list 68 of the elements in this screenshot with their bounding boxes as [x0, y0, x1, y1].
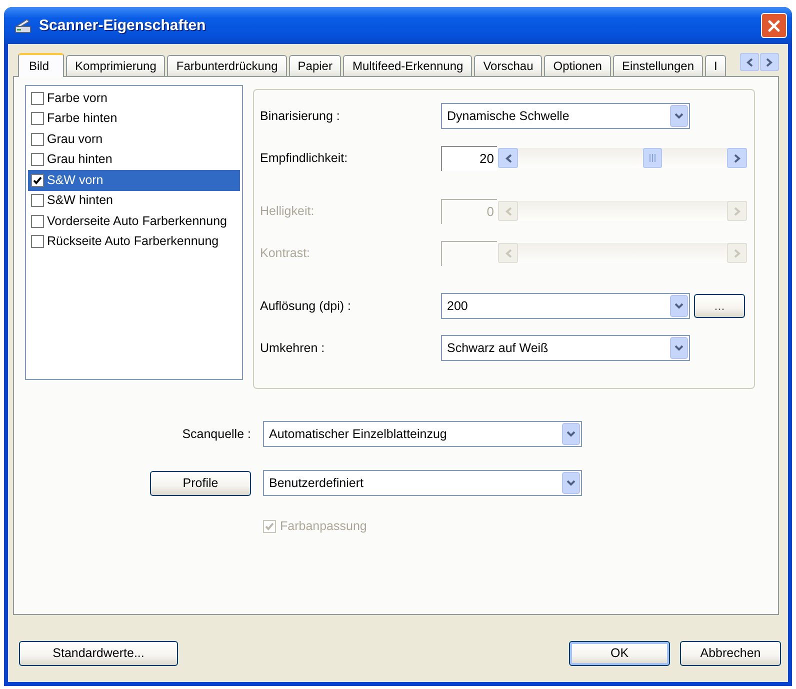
chevron-down-icon	[670, 295, 688, 317]
field-label: Helligkeit:	[260, 204, 316, 218]
value-field[interactable]: 20	[441, 146, 497, 170]
checkbox[interactable]	[31, 235, 44, 248]
list-item[interactable]: Rückseite Auto Farberkennung	[28, 232, 240, 252]
list-item[interactable]: Grau hinten	[28, 150, 240, 170]
field-label: Empfindlichkeit:	[260, 150, 349, 166]
list-item[interactable]: Farbe hinten	[28, 108, 240, 129]
grip-icon	[649, 154, 656, 162]
dropdown[interactable]: 200	[441, 293, 690, 319]
chevron-right-icon	[734, 248, 740, 258]
checkbox[interactable]	[31, 214, 44, 228]
tab[interactable]: Papier	[288, 55, 342, 76]
slider-thumb[interactable]	[643, 148, 662, 168]
tab[interactable]: Vorschau	[474, 55, 542, 76]
profile-button[interactable]: Profile	[150, 470, 251, 496]
defaults-button[interactable]: Standardwerte...	[19, 641, 178, 666]
tab-scroll-left-button[interactable]	[740, 53, 759, 71]
chevron-left-icon	[504, 154, 512, 162]
checkbox[interactable]	[31, 132, 44, 146]
tab[interactable]: Optionen	[544, 55, 611, 76]
chevron-down-icon	[670, 337, 688, 359]
dropdown[interactable]: Dynamische Schwelle	[441, 103, 690, 129]
close-button[interactable]	[761, 13, 787, 38]
checkbox[interactable]	[31, 112, 44, 126]
list-item[interactable]: Grau vorn	[28, 129, 240, 150]
cancel-button[interactable]: Abbrechen	[680, 641, 781, 666]
checkbox[interactable]	[31, 153, 44, 166]
field-label: Auflösung (dpi) :	[260, 298, 352, 314]
chevron-down-icon	[562, 472, 580, 494]
chevron-left-icon	[504, 248, 512, 258]
chevron-right-icon	[734, 206, 740, 216]
scroll-left-button[interactable]	[498, 148, 518, 168]
tab-scroll-right-button[interactable]	[760, 53, 779, 71]
chevron-down-icon	[562, 423, 580, 445]
slider-track[interactable]	[498, 148, 747, 168]
field-label: Binarisierung :	[260, 108, 341, 124]
tab[interactable]: Bild	[18, 53, 64, 77]
tab[interactable]: Farbunterdrückung	[167, 55, 287, 76]
dropdown[interactable]: Schwarz auf Weiß	[441, 335, 690, 361]
dropdown[interactable]: Benutzerdefiniert	[263, 470, 582, 496]
window-title: Scanner-Eigenschaften	[39, 16, 206, 34]
list-item[interactable]: Vorderseite Auto Farberkennung	[28, 211, 240, 232]
field-label: Scanquelle :	[181, 426, 251, 442]
chevron-left-icon	[504, 206, 512, 216]
checkbox[interactable]	[31, 92, 44, 105]
tab[interactable]: Multifeed-Erkennung	[343, 55, 472, 76]
tab[interactable]: I	[705, 55, 726, 76]
chevron-down-icon	[670, 105, 688, 127]
chevron-right-icon	[734, 154, 740, 162]
checkbox-label: Farbanpassung	[280, 519, 367, 534]
checkbox[interactable]	[31, 174, 44, 187]
list-item[interactable]: S&W vorn	[28, 170, 240, 190]
ok-button[interactable]: OK	[569, 641, 670, 666]
dropdown[interactable]: Automatischer Einzelblatteinzug	[263, 421, 582, 447]
list-item[interactable]: S&W hinten	[28, 190, 240, 211]
field-label: Umkehren :	[260, 340, 326, 356]
list-item[interactable]: Farbe vorn	[28, 88, 240, 108]
scroll-right-button[interactable]	[727, 148, 747, 168]
chevron-right-icon	[766, 58, 773, 66]
more-button[interactable]: ...	[694, 294, 745, 318]
chevron-left-icon	[746, 58, 753, 66]
scanner-icon	[14, 16, 32, 34]
field-label: Kontrast:	[260, 246, 312, 260]
tab[interactable]: Einstellungen	[612, 55, 704, 76]
checkbox[interactable]	[31, 194, 44, 208]
tab[interactable]: Komprimierung	[66, 55, 166, 76]
close-icon	[768, 20, 780, 32]
